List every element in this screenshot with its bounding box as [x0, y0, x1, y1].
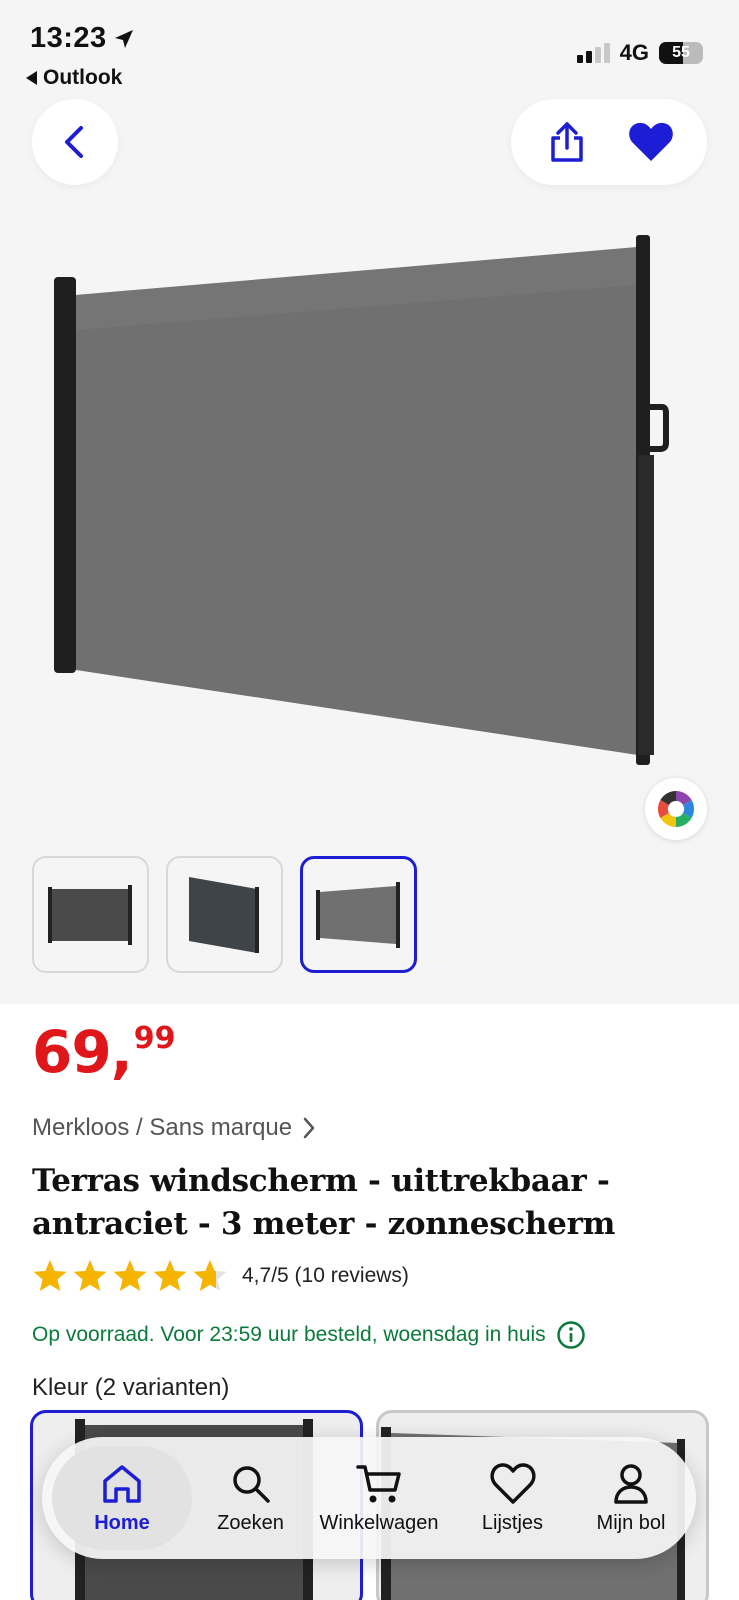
share-icon	[551, 122, 583, 162]
info-icon[interactable]	[556, 1320, 586, 1350]
thumbnail-3[interactable]	[300, 856, 417, 973]
nav-home[interactable]: Home	[52, 1446, 192, 1550]
star-icon	[113, 1260, 147, 1291]
heart-filled-icon	[629, 122, 673, 161]
network-type: 4G	[619, 40, 649, 65]
search-icon	[232, 1465, 270, 1503]
nav-cart[interactable]: Winkelwagen	[309, 1446, 449, 1550]
variants-label: Kleur (2 varianten)	[32, 1374, 230, 1401]
user-icon	[614, 1463, 648, 1504]
product-rating[interactable]: 4,7/5 (10 reviews)	[32, 1259, 409, 1293]
star-half-icon	[193, 1260, 227, 1291]
star-icon	[73, 1260, 107, 1291]
product-gallery	[0, 0, 739, 1004]
status-indicators: 4G 55	[576, 40, 703, 66]
share-button[interactable]	[537, 112, 597, 172]
cart-icon	[356, 1464, 401, 1502]
status-bar: 13:23 Outlook 4G 55	[0, 0, 739, 100]
product-price: 69, 99	[32, 1018, 176, 1086]
location-arrow-icon	[114, 29, 133, 48]
product-image[interactable]	[40, 225, 700, 805]
thumbnail-strip	[32, 856, 417, 973]
back-triangle-icon	[26, 71, 37, 85]
nav-search[interactable]: Zoeken	[206, 1446, 296, 1550]
thumbnail-1[interactable]	[32, 856, 149, 973]
thumbnail-2[interactable]	[166, 856, 283, 973]
brand-link[interactable]: Merkloos / Sans marque	[32, 1114, 316, 1142]
product-title: Terras windscherm - uittrekbaar - antrac…	[32, 1163, 616, 1242]
favorite-button[interactable]	[621, 112, 681, 172]
star-icon	[33, 1260, 67, 1291]
back-button[interactable]	[32, 99, 118, 185]
nav-account[interactable]: Mijn bol	[576, 1446, 686, 1550]
chevron-left-icon	[65, 126, 83, 158]
home-icon	[103, 1464, 141, 1503]
status-time: 13:23	[30, 22, 135, 55]
heart-icon	[489, 1462, 536, 1504]
nav-lists[interactable]: Lijstjes	[463, 1446, 563, 1550]
star-icon	[153, 1260, 187, 1291]
bottom-navigation: Home Zoeken Winkelwagen Lijstjes Mijn bo…	[42, 1437, 696, 1559]
back-to-app[interactable]: Outlook	[26, 66, 122, 90]
gallery-actions	[511, 99, 707, 185]
rating-text: 4,7/5 (10 reviews)	[242, 1264, 409, 1287]
signal-icon	[576, 43, 610, 63]
color-wheel-icon	[657, 791, 695, 827]
delivery-info: Op voorraad. Voor 23:59 uur besteld, woe…	[32, 1320, 586, 1350]
battery-icon: 55	[659, 42, 703, 64]
chevron-right-icon	[303, 1117, 315, 1139]
color-picker-button[interactable]	[645, 778, 707, 840]
rating-stars	[32, 1259, 228, 1293]
